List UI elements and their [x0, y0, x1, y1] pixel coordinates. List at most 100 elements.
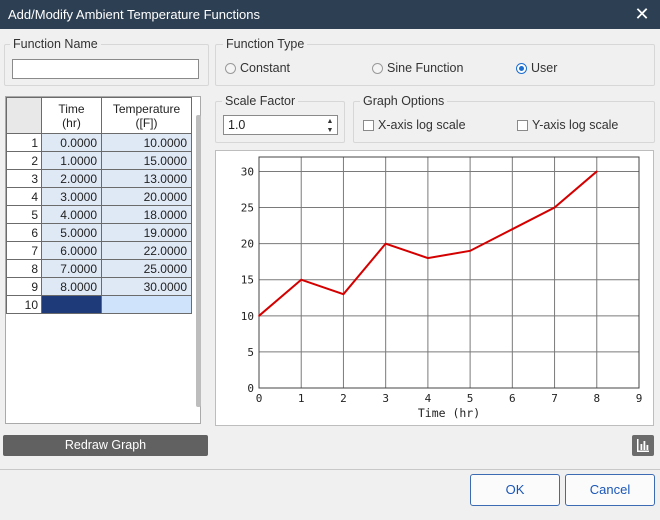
y-tick-label: 30	[241, 165, 254, 178]
temperature-cell[interactable]: 25.0000	[101, 259, 192, 278]
x-axis-label: Time (hr)	[418, 406, 480, 420]
window-title: Add/Modify Ambient Temperature Functions	[8, 7, 260, 22]
data-point	[384, 242, 387, 245]
data-point	[300, 278, 303, 281]
table-row[interactable]: 7 6.0000 22.0000	[6, 241, 192, 260]
temperature-cell[interactable]: 13.0000	[101, 169, 192, 188]
temperature-cell[interactable]: 18.0000	[101, 205, 192, 224]
data-grid[interactable]: Time (hr) Temperature ([F]) 1 0.0000 10.00…	[5, 96, 201, 424]
radio-user-label: User	[531, 61, 558, 75]
time-cell[interactable]: 8.0000	[41, 277, 102, 296]
x-tick-label: 9	[636, 392, 643, 405]
table-row[interactable]: 6 5.0000 19.0000	[6, 223, 192, 242]
table-row[interactable]: 1 0.0000 10.0000	[6, 133, 192, 152]
table-row[interactable]: 8 7.0000 25.0000	[6, 259, 192, 278]
data-point	[258, 315, 260, 317]
time-cell[interactable]	[41, 295, 102, 314]
table-row[interactable]: 3 2.0000 13.0000	[6, 169, 192, 188]
temperature-cell[interactable]: 19.0000	[101, 223, 192, 242]
cancel-button[interactable]: Cancel	[565, 474, 655, 506]
temperature-cell[interactable]	[101, 295, 192, 314]
header-temperature[interactable]: Temperature ([F])	[101, 97, 192, 134]
data-point	[511, 228, 514, 230]
table-row[interactable]: 2 1.0000 15.0000	[6, 151, 192, 170]
y-tick-label: 0	[247, 382, 254, 395]
y-tick-label: 20	[241, 238, 254, 251]
time-cell[interactable]: 4.0000	[41, 205, 102, 224]
y-tick-label: 5	[247, 346, 254, 359]
radio-user[interactable]: User	[516, 61, 557, 75]
row-number[interactable]: 7	[6, 241, 42, 260]
x-tick-label: 6	[509, 392, 516, 405]
time-cell[interactable]: 1.0000	[41, 151, 102, 170]
y-tick-label: 25	[241, 202, 254, 215]
y-axis-log-box[interactable]	[517, 119, 528, 131]
y-tick-label: 15	[241, 274, 254, 287]
close-icon[interactable]: ✕	[632, 0, 652, 29]
row-number[interactable]: 6	[6, 223, 42, 242]
spinner-arrows-icon[interactable]: ▲ ▼	[324, 117, 336, 135]
temperature-cell[interactable]: 22.0000	[101, 241, 192, 260]
row-number[interactable]: 1	[6, 133, 42, 152]
radio-sine-function[interactable]: Sine Function	[372, 61, 463, 75]
table-row[interactable]: 5 4.0000 18.0000	[6, 205, 192, 224]
bar-chart-icon[interactable]	[632, 435, 654, 456]
data-point	[553, 206, 556, 209]
y-axis-log-checkbox[interactable]: Y-axis log scale	[517, 118, 618, 132]
table-row[interactable]: 9 8.0000 30.0000	[6, 277, 192, 296]
time-cell[interactable]: 2.0000	[41, 169, 102, 188]
temperature-cell[interactable]: 30.0000	[101, 277, 192, 296]
x-axis-log-box[interactable]	[363, 119, 374, 131]
row-number[interactable]: 10	[6, 295, 42, 314]
time-cell[interactable]: 0.0000	[41, 133, 102, 152]
x-tick-label: 8	[593, 392, 600, 405]
temperature-cell[interactable]: 20.0000	[101, 187, 192, 206]
ok-button[interactable]: OK	[470, 474, 560, 506]
time-cell[interactable]: 3.0000	[41, 187, 102, 206]
row-number[interactable]: 9	[6, 277, 42, 296]
data-point	[595, 170, 598, 173]
table-row[interactable]: 4 3.0000 20.0000	[6, 187, 192, 206]
time-cell[interactable]: 6.0000	[41, 241, 102, 260]
graph-options-label: Graph Options	[360, 94, 448, 108]
row-number[interactable]: 4	[6, 187, 42, 206]
y-tick-label: 10	[241, 310, 254, 323]
radio-constant-dot[interactable]	[225, 62, 236, 74]
header-row: Time (hr) Temperature ([F])	[6, 97, 192, 134]
function-type-label: Function Type	[223, 37, 308, 51]
header-time[interactable]: Time (hr)	[41, 97, 102, 134]
row-number[interactable]: 2	[6, 151, 42, 170]
x-axis-log-checkbox[interactable]: X-axis log scale	[363, 118, 466, 132]
radio-sine-dot[interactable]	[372, 62, 383, 74]
new-row[interactable]: 10	[6, 295, 192, 314]
function-name-input[interactable]	[12, 59, 199, 79]
row-number[interactable]: 8	[6, 259, 42, 278]
row-number[interactable]: 3	[6, 169, 42, 188]
row-number[interactable]: 5	[6, 205, 42, 224]
radio-user-dot[interactable]	[516, 62, 527, 74]
x-tick-label: 2	[340, 392, 347, 405]
x-tick-label: 7	[551, 392, 558, 405]
footer-divider	[0, 469, 660, 470]
radio-constant[interactable]: Constant	[225, 61, 290, 75]
time-cell[interactable]: 7.0000	[41, 259, 102, 278]
plot-frame	[258, 156, 640, 389]
data-table: Time (hr) Temperature ([F]) 1 0.0000 10.00…	[6, 97, 192, 314]
temperature-cell[interactable]: 10.0000	[101, 133, 192, 152]
data-point	[427, 257, 429, 259]
x-axis-log-label: X-axis log scale	[378, 118, 466, 132]
time-cell[interactable]: 5.0000	[41, 223, 102, 242]
vertical-scrollbar[interactable]	[196, 115, 201, 407]
scale-factor-input[interactable]: 1.0 ▲ ▼	[223, 115, 338, 135]
radio-constant-label: Constant	[240, 61, 291, 75]
temperature-cell[interactable]: 15.0000	[101, 151, 192, 170]
redraw-graph-button[interactable]: Redraw Graph	[3, 435, 208, 456]
x-tick-label: 0	[256, 392, 263, 405]
function-name-label: Function Name	[10, 37, 101, 51]
chart-panel: 0 1 2 3 4 5 6 7 8 9 0 5 10 15 20 25 30 Time (hr)	[215, 150, 654, 426]
scale-factor-value: 1.0	[228, 118, 246, 132]
scale-factor-label: Scale Factor	[222, 94, 299, 108]
x-tick-label: 1	[298, 392, 305, 405]
y-axis-log-label: Y-axis log scale	[532, 118, 619, 132]
radio-sine-label: Sine Function	[387, 61, 464, 75]
